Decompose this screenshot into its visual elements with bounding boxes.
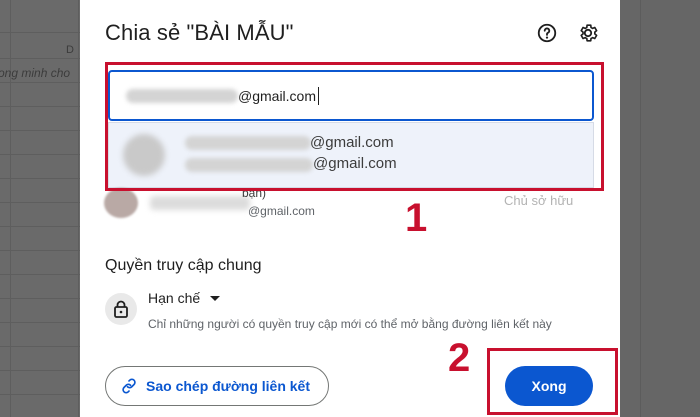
link-icon xyxy=(122,378,136,394)
annotation-highlight-1 xyxy=(105,62,604,191)
owner-role: Chủ sở hữu xyxy=(504,193,574,208)
background-right-strip xyxy=(620,0,700,417)
gear-icon[interactable] xyxy=(575,20,601,46)
annotation-highlight-2 xyxy=(487,348,618,415)
lock-icon xyxy=(105,293,137,325)
dialog-title: Chia sẻ "BÀI MẪU" xyxy=(105,20,294,45)
access-level-select[interactable]: Hạn chế xyxy=(148,290,221,306)
annotation-label-2: 2 xyxy=(448,336,471,380)
access-description: Chỉ những người có quyền truy cập mới có… xyxy=(148,317,552,331)
access-level-label: Hạn chế xyxy=(148,290,201,306)
help-icon[interactable] xyxy=(534,20,560,46)
copy-link-button[interactable]: Sao chép đường liên kết xyxy=(105,366,329,406)
redacted-text xyxy=(150,196,250,210)
copy-link-label: Sao chép đường liên kết xyxy=(146,378,311,394)
column-header: D xyxy=(66,44,74,56)
annotation-label-1: 1 xyxy=(405,196,428,240)
dropdown-arrow-icon xyxy=(210,295,221,301)
owner-email: @gmail.com xyxy=(248,204,315,218)
owner-avatar xyxy=(104,188,138,218)
general-access-title: Quyền truy cập chung xyxy=(105,257,262,274)
cell-text: ong minh cho xyxy=(0,66,71,80)
